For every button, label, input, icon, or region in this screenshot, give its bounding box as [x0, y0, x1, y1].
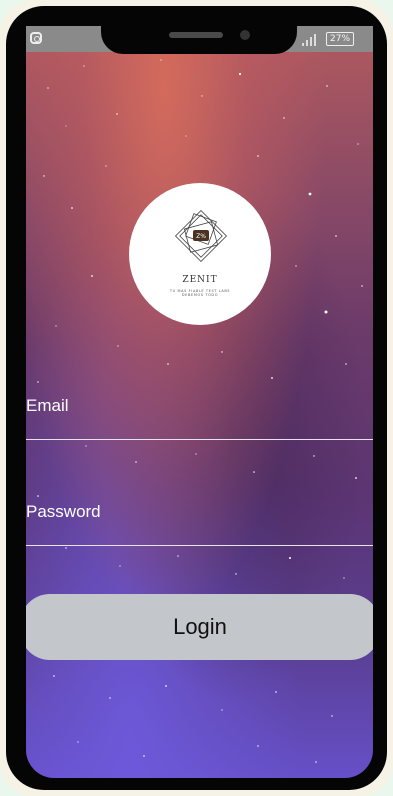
password-field[interactable] — [26, 515, 373, 545]
diamond-logo-icon: Z% — [174, 209, 228, 263]
login-screen: Z% ZENIT TU MAS FIABLE TEST LABS DEBEMOS… — [26, 26, 373, 778]
password-underline — [26, 545, 373, 546]
starfield-background — [37, 59, 365, 763]
logo-tagline: TU MAS FIABLE TEST LABS DEBEMOS TODO — [129, 289, 271, 297]
logo-tagline-line-2: DEBEMOS TODO — [181, 293, 219, 297]
login-button[interactable]: Login — [26, 594, 373, 660]
logo-name: ZENIT — [182, 275, 218, 285]
phone-notch — [101, 22, 297, 54]
battery-icon: 27% — [326, 32, 355, 46]
logo-badge: Z% ZENIT TU MAS FIABLE TEST LABS DEBEMOS… — [129, 183, 271, 325]
camera-icon — [30, 32, 42, 44]
front-camera — [240, 30, 250, 40]
email-field[interactable] — [26, 409, 373, 439]
signal-icon — [302, 34, 318, 46]
email-underline — [26, 439, 373, 440]
logo-mark-text: Z% — [196, 233, 206, 240]
battery-percentage: 27% — [330, 34, 351, 44]
speaker-grille — [169, 32, 223, 38]
